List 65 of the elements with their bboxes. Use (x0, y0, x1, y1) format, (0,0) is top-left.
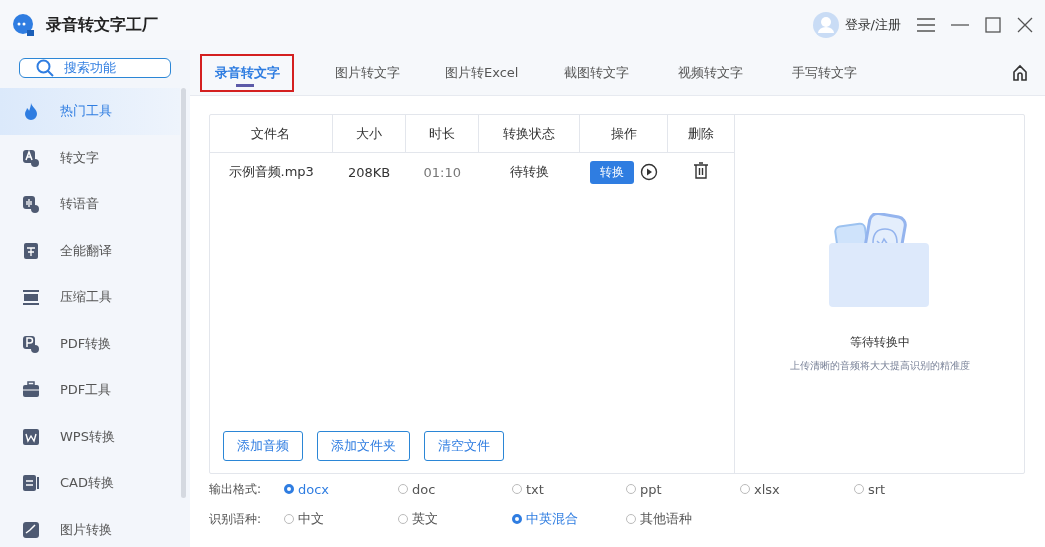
sidebar-item[interactable]: WPS转换 (0, 413, 180, 460)
table-cell: 示例音频.mp3 (210, 152, 333, 191)
outline-button[interactable]: 添加文件夹 (317, 431, 410, 461)
radio-option[interactable]: srt (854, 481, 968, 497)
radio-option[interactable]: ppt (626, 481, 740, 497)
image-icon (22, 520, 40, 539)
table-cell: 208KB (332, 152, 406, 191)
sidebar-item[interactable]: CAD转换 (0, 460, 180, 507)
radio-option[interactable]: 中英混合 (512, 510, 626, 528)
radio-option[interactable]: doc (398, 481, 512, 497)
letter-w-icon (22, 427, 40, 446)
sidebar-item[interactable]: PDF转换 (0, 320, 180, 367)
tab[interactable]: 图片转Excel (434, 53, 530, 92)
radio-option[interactable]: txt (512, 481, 626, 497)
column-header: 大小 (332, 115, 406, 153)
close-icon[interactable] (1017, 17, 1033, 33)
compress-icon (22, 288, 40, 307)
home-icon[interactable] (1011, 63, 1029, 82)
letter-a-icon (22, 148, 40, 167)
translate-icon (22, 241, 40, 260)
radio-option[interactable]: 中文 (284, 510, 398, 528)
flame-icon (22, 102, 40, 121)
convert-button[interactable]: 转换 (589, 160, 634, 184)
sidebar-item[interactable]: 转语音 (0, 181, 180, 228)
radio-option[interactable]: 其他语种 (626, 510, 740, 528)
letter-p-icon (22, 334, 40, 353)
sidebar-item[interactable]: 压缩工具 (0, 274, 180, 321)
search-field[interactable]: 搜索功能 (19, 58, 171, 78)
tab[interactable]: 图片转文字 (320, 53, 414, 92)
empty-state-title: 等待转换中 (849, 334, 910, 351)
sidebar-item[interactable]: 热门工具 (0, 88, 180, 135)
column-header: 文件名 (210, 115, 333, 153)
play-icon[interactable] (639, 163, 658, 181)
radio-option[interactable]: docx (284, 481, 398, 497)
radio-option[interactable]: 英文 (398, 510, 512, 528)
logo-icon (12, 13, 36, 37)
option-label: 识别语种: (209, 510, 263, 528)
column-header: 转换状态 (478, 115, 580, 153)
sidebar-item[interactable]: 图片转换 (0, 506, 180, 547)
empty-state-hint: 上传清晰的音频将大大提高识别的精准度 (789, 359, 970, 373)
option-label: 输出格式: (209, 480, 263, 498)
outline-button[interactable]: 清空文件 (424, 431, 504, 461)
column-header: 操作 (579, 115, 668, 153)
speech-icon (22, 195, 40, 214)
tab[interactable]: 截图转文字 (549, 53, 644, 92)
briefcase-icon (22, 381, 40, 400)
trash-icon[interactable] (693, 162, 708, 179)
sidebar-item[interactable]: 全能翻译 (0, 227, 180, 274)
outline-button[interactable]: 添加音频 (223, 431, 303, 461)
sidebar-item[interactable]: 转文字 (0, 134, 180, 181)
menu-icon[interactable] (917, 18, 935, 32)
table-cell: 01:10 (405, 152, 479, 191)
tab[interactable]: 录音转文字 (200, 53, 294, 92)
login-link[interactable]: 登录/注册 (844, 16, 901, 34)
table-cell: 待转换 (478, 152, 580, 191)
tab[interactable]: 手写转文字 (777, 53, 872, 92)
tab[interactable]: 视频转文字 (663, 53, 758, 92)
column-header: 时长 (405, 115, 479, 153)
radio-option[interactable]: xlsx (740, 481, 854, 497)
swap-icon (22, 474, 40, 493)
column-header: 删除 (667, 115, 734, 153)
search-icon (36, 59, 54, 77)
app-title: 录音转文字工厂 (46, 14, 158, 36)
maximize-icon[interactable] (985, 17, 1001, 33)
sidebar-item[interactable]: PDF工具 (0, 367, 180, 414)
